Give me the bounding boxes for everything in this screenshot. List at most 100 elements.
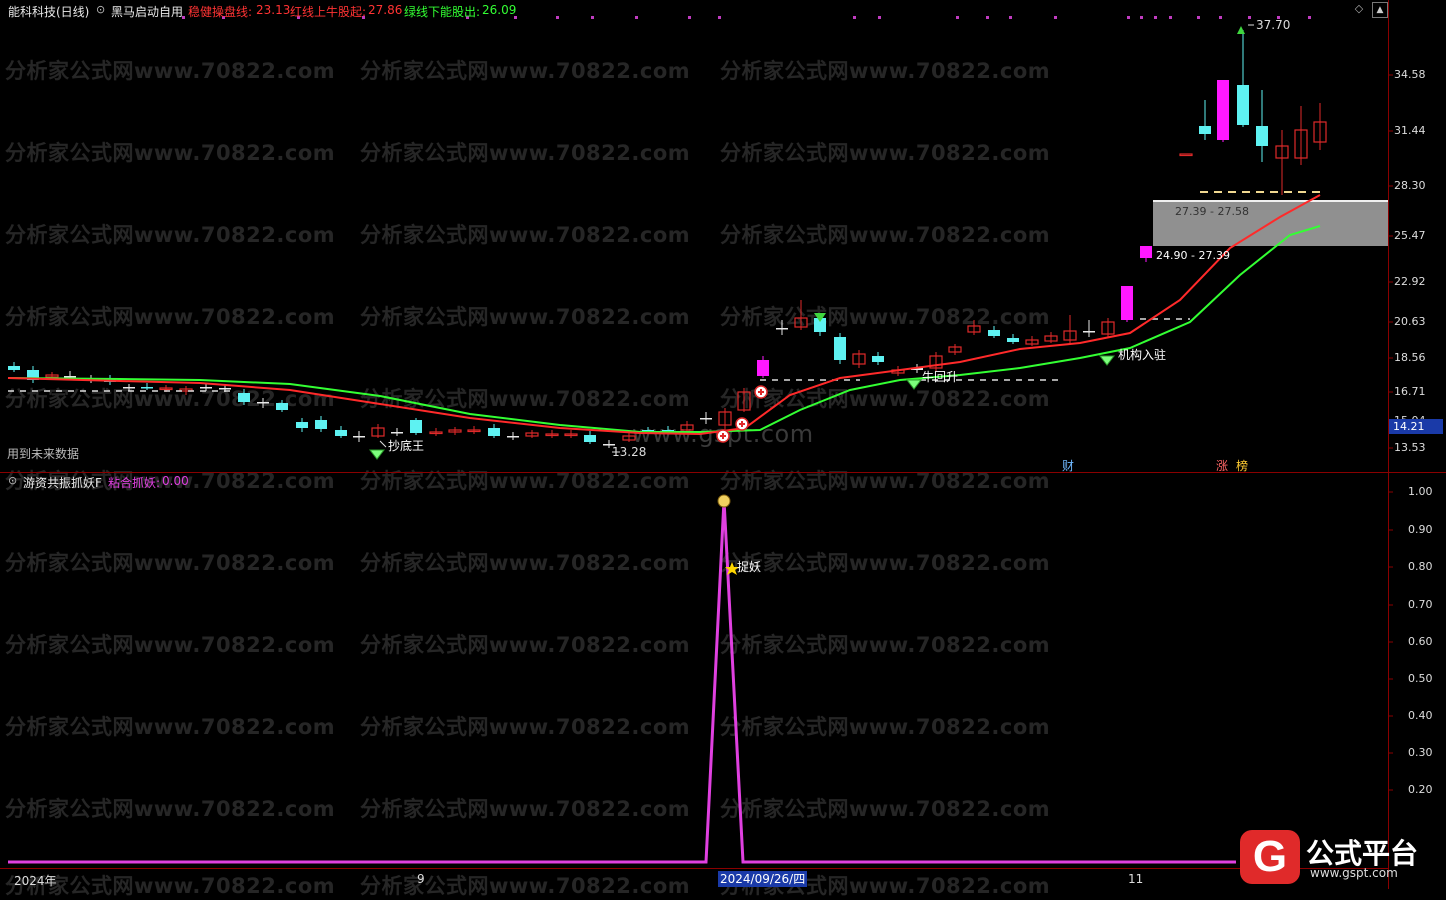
candle-body (296, 422, 308, 428)
candlestick-chart[interactable] (0, 0, 1446, 889)
candle-body (219, 388, 231, 390)
marker-dot (1009, 16, 1012, 19)
marker-dot (986, 16, 989, 19)
marker-dot (853, 16, 856, 19)
marker-dot (1197, 16, 1200, 19)
legend-wenjian-value: 23.13 (256, 3, 291, 17)
price-y-tick: 20.63 (1394, 315, 1426, 328)
marker-dot (1219, 16, 1222, 19)
candle-body (488, 428, 500, 436)
candle-body (1217, 80, 1229, 140)
marker-dot (718, 16, 721, 19)
candle-body (988, 330, 1000, 336)
low-price-label: 13.28 (612, 445, 647, 459)
marker-dot (1054, 16, 1057, 19)
candle-body (1083, 331, 1095, 333)
marker-dot (956, 16, 959, 19)
indicator-panel-name[interactable]: 游资共振抓妖F (23, 474, 102, 491)
x-axis-divider (0, 868, 1388, 869)
candle-body (1199, 126, 1211, 134)
panel-divider[interactable] (0, 472, 1446, 473)
candle-body (315, 420, 327, 429)
cursor-date: 2024/09/26/四 (718, 871, 808, 887)
diamond-marker-icon (1098, 355, 1116, 366)
indicator-y-tick: 0.50 (1408, 672, 1433, 685)
candle-body (200, 387, 212, 389)
candle-body (335, 430, 347, 436)
indicator-y-tick: 0.90 (1408, 523, 1433, 536)
price-y-tick: 25.47 (1394, 229, 1426, 242)
logo-g-icon: G (1240, 830, 1300, 884)
marker-dot (1308, 16, 1311, 19)
marker-dot (635, 16, 638, 19)
candle-body (1121, 286, 1133, 320)
current-price-tag: 14.21 (1389, 419, 1443, 434)
candle-body (8, 366, 20, 370)
price-y-tick: 34.58 (1394, 68, 1426, 81)
candle-body (834, 337, 846, 360)
logo-url: www.gspt.com (1310, 866, 1398, 880)
candle-body (757, 360, 769, 376)
candle-body (1140, 246, 1152, 258)
candle-body (141, 387, 153, 389)
marker-dot (688, 16, 691, 19)
marker-dot (1127, 16, 1130, 19)
candle-body (391, 432, 403, 434)
candle-body (276, 403, 288, 410)
zhang-badge[interactable]: 涨 (1216, 457, 1228, 474)
moneybag-icon (717, 494, 731, 508)
price-y-tick: 28.30 (1394, 179, 1426, 192)
marker-dot (1154, 16, 1157, 19)
legend-lvxian-label: 绿线下能股出: (404, 5, 481, 19)
diamond-marker-icon (905, 379, 923, 390)
marker-dot (1248, 16, 1251, 19)
dropdown-circle-icon[interactable]: ⊙ (96, 3, 105, 16)
marker-dot (1140, 16, 1143, 19)
indicator-name[interactable]: 黑马启动自用 (111, 3, 183, 20)
candle-body (507, 436, 519, 438)
x-label-nov: 11 (1128, 872, 1144, 886)
marker-dot (556, 16, 559, 19)
candle-body (584, 435, 596, 442)
chaodi-label: 抄底王 (388, 439, 425, 453)
candle-body (1007, 338, 1019, 342)
legend-wenjian-label: 稳健操盘线: (188, 5, 253, 19)
diamond-marker-icon (368, 449, 386, 460)
marker-dot (591, 16, 594, 19)
x-label-year: 2024年 (14, 874, 57, 888)
price-y-tick: 18.56 (1394, 351, 1426, 364)
candle-body (1256, 126, 1268, 146)
dropdown-circle-icon[interactable]: ⊙ (8, 474, 17, 487)
candle-body (257, 402, 269, 404)
x-label-sep: 9 (417, 872, 425, 886)
niuhuisheng-label: 牛回升 (922, 370, 959, 384)
indicator-legend-value: 0.00 (162, 474, 189, 488)
spike-label: 捉妖 (737, 560, 762, 574)
price-y-tick: 22.92 (1394, 275, 1426, 288)
bang-badge[interactable]: 榜 (1236, 457, 1248, 474)
indicator-y-tick: 0.60 (1408, 635, 1433, 648)
site-logo: G 公式平台 www.gspt.com (1240, 830, 1440, 884)
candle-body (776, 328, 788, 330)
candle-body (1237, 85, 1249, 125)
label-pointer (379, 440, 387, 448)
cai-badge[interactable]: 财 (1062, 457, 1074, 474)
candle-body (1179, 153, 1193, 157)
candle-body (238, 393, 250, 402)
indicator-y-tick: 0.30 (1408, 746, 1433, 759)
green-arrow-down-icon (1237, 26, 1245, 34)
legend-lvxian-value: 26.09 (482, 3, 517, 17)
legend-hongxian-value: 27.86 (368, 3, 403, 17)
scroll-up-icon[interactable]: ▲ (1372, 2, 1388, 18)
green-ma-line (7, 225, 1321, 433)
high-price-label: 37.70 (1256, 18, 1291, 32)
marker-dot (1169, 16, 1172, 19)
y-axis-divider (1388, 0, 1389, 889)
stock-title: 能科科技(日线) (8, 5, 90, 19)
indicator-y-tick: 1.00 (1408, 485, 1433, 498)
diamond-icon[interactable]: ◇ (1352, 2, 1366, 16)
candle-body (700, 418, 712, 420)
jigou-label: 机构入驻 (1118, 348, 1167, 362)
indicator-y-tick: 0.80 (1408, 560, 1433, 573)
indicator-y-tick: 0.40 (1408, 709, 1433, 722)
